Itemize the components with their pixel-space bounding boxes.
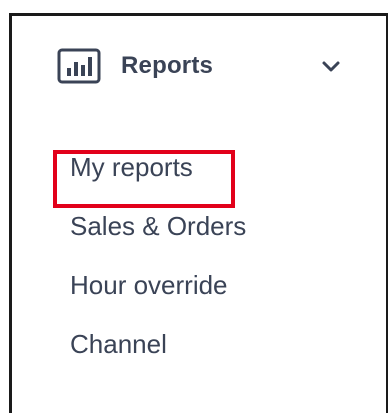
sidebar-item-channel[interactable]: Channel [70, 327, 246, 386]
sidebar-item-label: My reports [70, 152, 193, 182]
reports-menu: My reports Sales & Orders Hour override … [70, 150, 246, 386]
sidebar-item-my-reports[interactable]: My reports [70, 150, 246, 209]
sidebar-item-label: Hour override [70, 270, 228, 300]
sidebar-item-label: Sales & Orders [70, 211, 247, 241]
section-title: Reports [121, 52, 214, 79]
sidebar-item-sales-orders[interactable]: Sales & Orders [70, 209, 246, 268]
bar-chart-icon [57, 48, 101, 84]
reports-section-header[interactable]: Reports [57, 46, 357, 86]
sidebar-item-label: Channel [70, 329, 167, 359]
sidebar-item-hour-override[interactable]: Hour override [70, 268, 246, 327]
chevron-down-icon[interactable] [319, 56, 343, 76]
